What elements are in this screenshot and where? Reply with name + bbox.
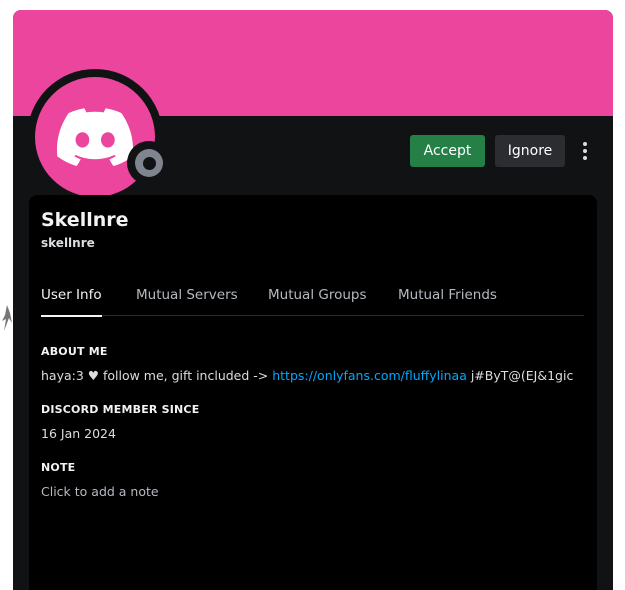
member-since-heading: DISCORD MEMBER SINCE — [41, 403, 200, 416]
tab-mutual-servers[interactable]: Mutual Servers — [136, 285, 238, 316]
display-name: Skellnre — [41, 209, 129, 231]
about-me-prefix: haya:3 ♥ follow me, gift included -> — [41, 368, 273, 383]
username: skellnre — [41, 236, 95, 250]
tab-user-info[interactable]: User Info — [41, 285, 102, 317]
about-me-heading: ABOUT ME — [41, 345, 108, 358]
profile-tabs: User Info Mutual Servers Mutual Groups M… — [41, 275, 584, 317]
tab-mutual-groups[interactable]: Mutual Groups — [268, 285, 367, 316]
discord-logo-icon — [57, 108, 133, 166]
member-since-date: 16 Jan 2024 — [41, 426, 116, 441]
background-decoration-icon — [2, 305, 12, 331]
about-me-link[interactable]: https://onlyfans.com/fluffylinaa — [272, 368, 467, 383]
accept-button[interactable]: Accept — [410, 135, 485, 167]
tab-mutual-friends[interactable]: Mutual Friends — [398, 285, 497, 316]
avatar[interactable] — [27, 69, 171, 205]
profile-body: Skellnre skellnre User Info Mutual Serve… — [29, 195, 597, 590]
profile-popout: Accept Ignore Skellnre skellnre User Inf… — [13, 10, 613, 590]
about-me-text: haya:3 ♥ follow me, gift included -> htt… — [41, 368, 573, 383]
more-vertical-icon[interactable] — [575, 135, 595, 167]
offline-status-icon — [127, 141, 171, 185]
note-input[interactable]: Click to add a note — [41, 484, 159, 499]
note-heading: NOTE — [41, 461, 76, 474]
ignore-button[interactable]: Ignore — [495, 135, 565, 167]
about-me-suffix: j#ByT@(EJ&1gic — [466, 368, 574, 383]
